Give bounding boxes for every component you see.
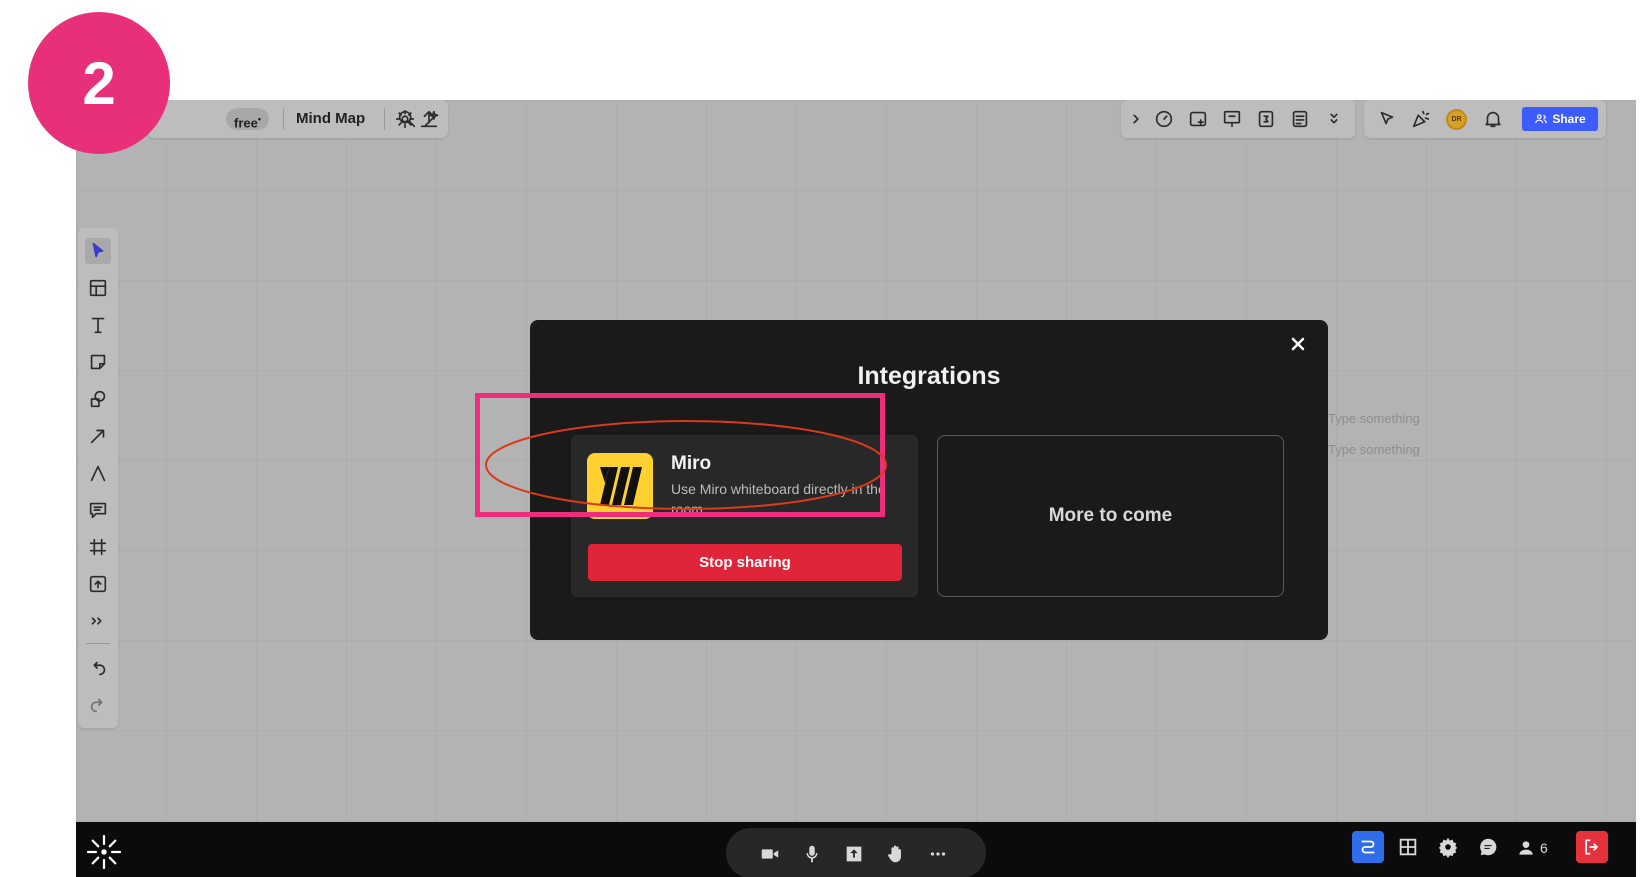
media-controls — [726, 828, 986, 877]
divider — [283, 108, 284, 130]
timer-icon[interactable] — [1151, 106, 1177, 132]
select-cursor-icon[interactable] — [85, 238, 111, 264]
participants-icon — [1519, 841, 1533, 855]
mindmap-node[interactable]: Type something — [1328, 442, 1420, 457]
text-icon[interactable] — [85, 312, 111, 338]
share-label: Share — [1552, 112, 1586, 126]
plan-badge[interactable]: free• — [226, 108, 270, 131]
avatar[interactable]: DR — [1446, 109, 1467, 130]
countdown-icon[interactable] — [1253, 106, 1279, 132]
celebrate-icon[interactable] — [1408, 106, 1434, 132]
magic-icon[interactable] — [419, 106, 445, 132]
whiteboard-icon — [1361, 840, 1375, 854]
share-button[interactable]: Share — [1522, 107, 1598, 131]
more-options-icon[interactable] — [924, 840, 952, 868]
bell-icon[interactable] — [1480, 106, 1506, 132]
camera-icon[interactable] — [756, 840, 784, 868]
notes-icon[interactable] — [1287, 106, 1313, 132]
screen-share-icon[interactable] — [840, 840, 868, 868]
chat-icon[interactable] — [1474, 833, 1502, 861]
template-icon[interactable] — [85, 275, 111, 301]
redo-icon[interactable] — [85, 692, 111, 718]
comment-icon[interactable] — [85, 497, 111, 523]
meeting-bar: 6 — [76, 822, 1636, 877]
participants-count: 6 — [1540, 840, 1548, 856]
step-badge-number: 2 — [82, 49, 116, 117]
add-card-icon[interactable] — [1185, 106, 1211, 132]
more-to-come-card: More to come — [937, 435, 1284, 597]
close-icon — [1291, 337, 1305, 351]
plan-label: free — [234, 115, 258, 131]
step-badge: 2 — [28, 12, 170, 154]
chevron-right-icon[interactable] — [1123, 106, 1149, 132]
participants-button[interactable]: 6 — [1516, 836, 1548, 860]
microphone-icon[interactable] — [798, 840, 826, 868]
undo-icon[interactable] — [85, 655, 111, 681]
close-button[interactable] — [1284, 330, 1312, 358]
whiteboard-toggle-button[interactable] — [1352, 831, 1384, 863]
avatar-initials: DR — [1451, 116, 1462, 123]
divider — [86, 643, 110, 644]
users-icon — [1535, 114, 1548, 124]
highlight-ellipse — [485, 420, 887, 510]
more-tools-icon[interactable] — [85, 608, 111, 634]
shapes-icon[interactable] — [85, 386, 111, 412]
top-right-session: DR Share — [1364, 100, 1606, 138]
upload-frame-icon[interactable] — [85, 571, 111, 597]
top-right-tools — [1121, 100, 1355, 138]
settings-gear-icon[interactable] — [1434, 833, 1462, 861]
board-name[interactable]: Mind Map — [296, 110, 365, 127]
left-toolbar — [78, 228, 118, 728]
grid-view-icon[interactable] — [1394, 833, 1422, 861]
frame-icon[interactable] — [85, 534, 111, 560]
pen-icon[interactable] — [85, 460, 111, 486]
double-chevron-down-icon[interactable] — [1321, 106, 1347, 132]
sticky-note-icon[interactable] — [85, 349, 111, 375]
mindmap-node[interactable]: Type something — [1328, 411, 1420, 426]
presentation-icon[interactable] — [1219, 106, 1245, 132]
modal-title: Integrations — [857, 362, 1001, 390]
raise-hand-icon[interactable] — [882, 840, 910, 868]
leave-button[interactable] — [1576, 831, 1608, 863]
divider — [384, 108, 385, 130]
arrow-icon[interactable] — [85, 423, 111, 449]
search-icon[interactable] — [394, 106, 420, 132]
cursor-filter-icon[interactable] — [1374, 106, 1400, 132]
app-logo — [84, 832, 124, 872]
exit-icon — [1585, 839, 1599, 855]
stop-sharing-button[interactable]: Stop sharing — [588, 544, 902, 581]
